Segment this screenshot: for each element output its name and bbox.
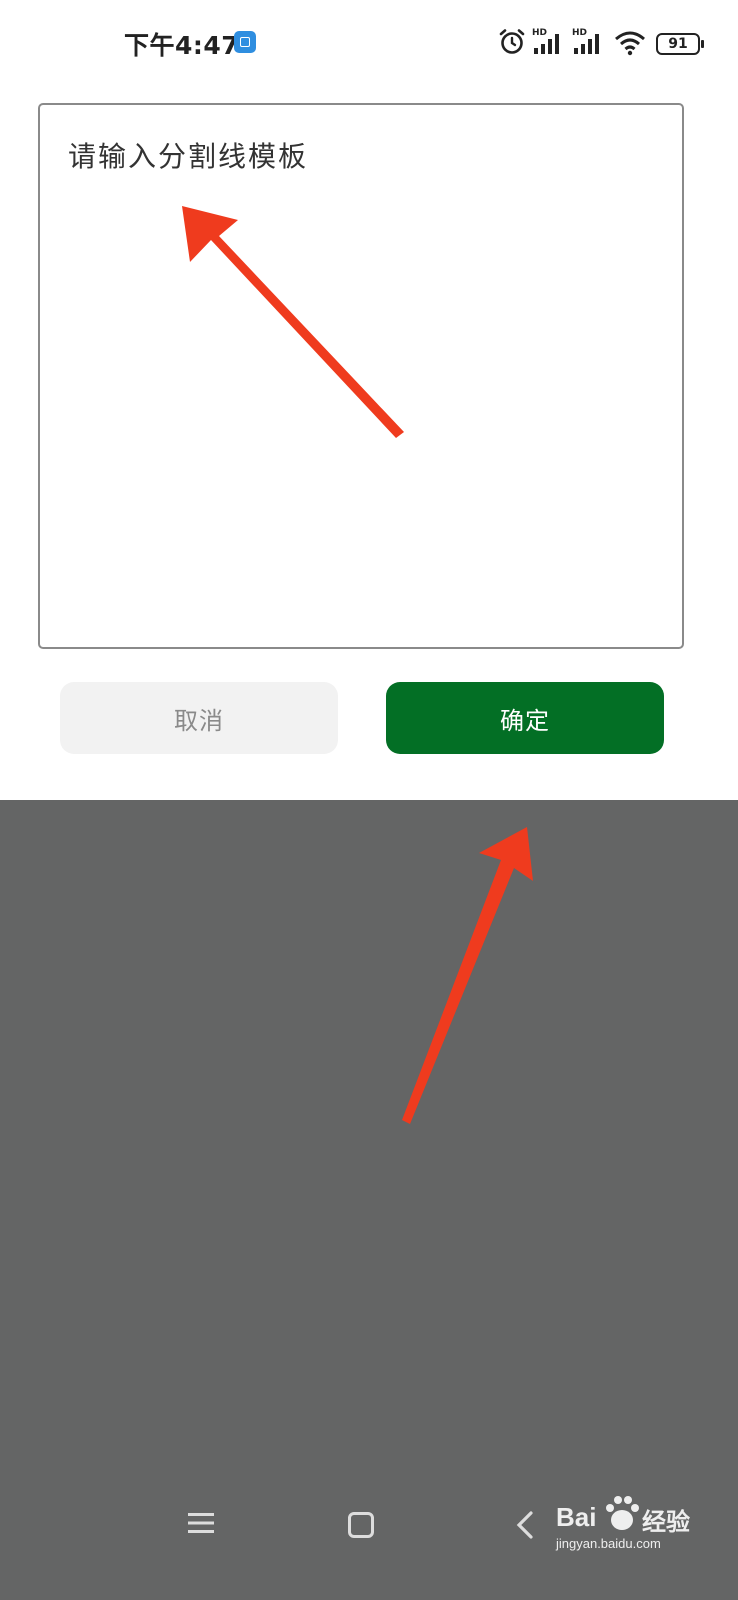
watermark-domain: jingyan.baidu.com (556, 1536, 661, 1551)
back-icon[interactable] (512, 1510, 538, 1540)
menu-icon[interactable] (188, 1510, 214, 1536)
watermark-brand-cn: 经验 (642, 1508, 690, 1536)
paw-icon (606, 1496, 639, 1530)
watermark: Bai 经验 jingyan.baidu.com (556, 1490, 726, 1560)
home-icon[interactable] (348, 1512, 374, 1538)
annotation-arrow-icon (182, 206, 533, 1124)
watermark-brand: Bai (556, 1502, 597, 1532)
